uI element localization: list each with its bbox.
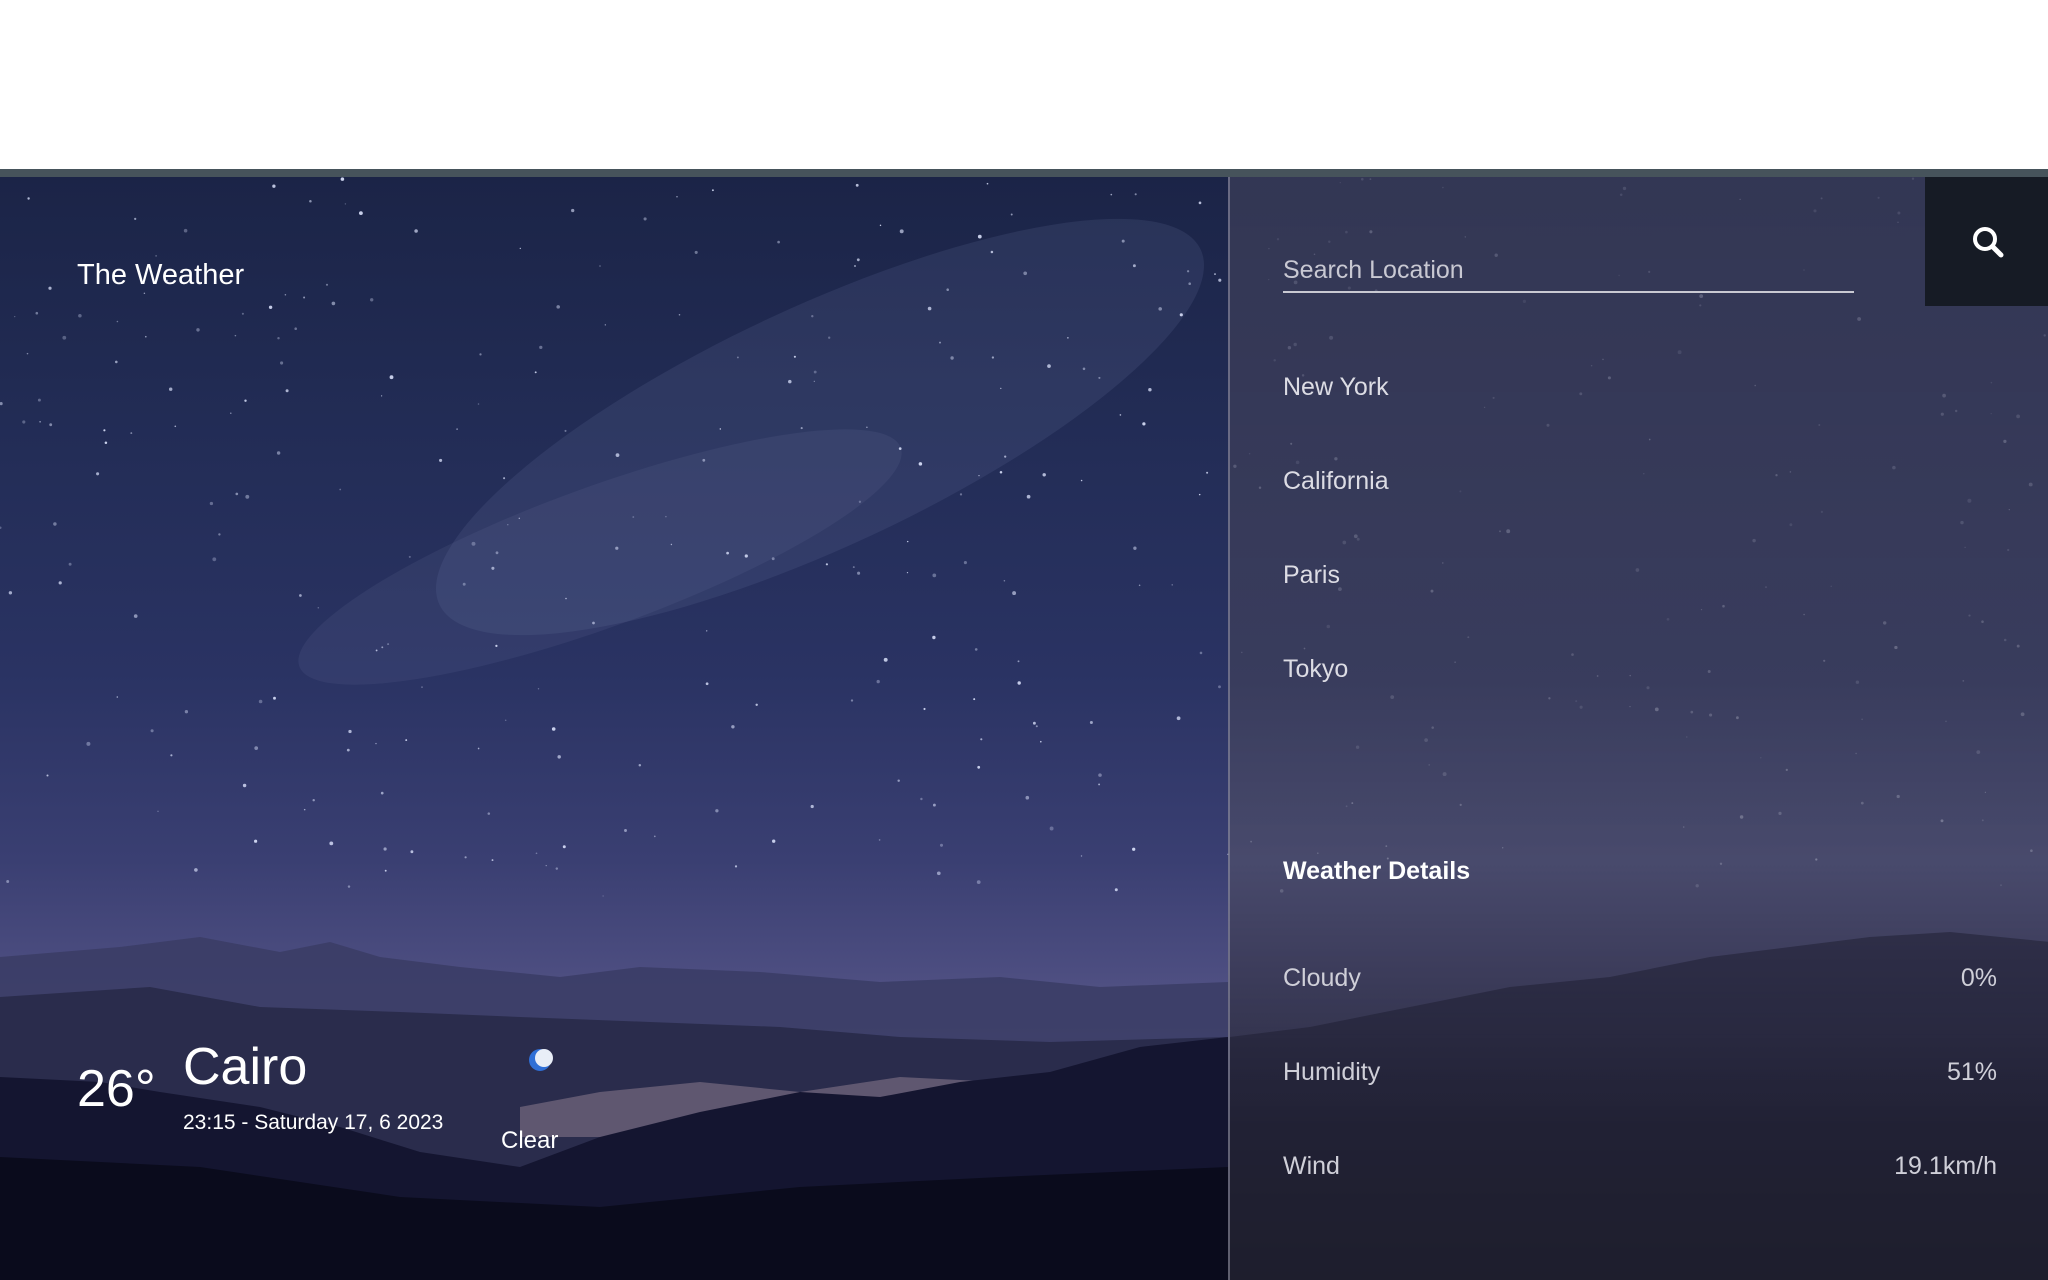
search-icon (1972, 226, 2003, 257)
location-item-california[interactable]: California (1283, 467, 1389, 561)
app-title: The Weather (77, 259, 245, 291)
weather-condition: Clear (501, 1127, 559, 1154)
location-list: New York California Paris Tokyo (1283, 373, 1389, 749)
location-item-tokyo[interactable]: Tokyo (1283, 655, 1389, 749)
search-location-input[interactable] (1283, 249, 1854, 293)
temperature: 26° (77, 1060, 156, 1118)
date-time: 23:15 - Saturday 17, 6 2023 (183, 1111, 444, 1134)
weather-app: The Weather 26° Cairo 23:15 - Saturday 1… (0, 177, 2048, 1280)
search-button[interactable] (1925, 177, 2048, 306)
detail-row-humidity: Humidity 51% (1283, 1058, 1997, 1098)
location-item-paris[interactable]: Paris (1283, 561, 1389, 655)
side-panel: New York California Paris Tokyo Weather … (1228, 177, 2048, 1280)
detail-value: 19.1km/h (1894, 1152, 1997, 1180)
detail-value: 51% (1946, 1058, 1997, 1086)
location-item-new-york[interactable]: New York (1283, 373, 1389, 467)
detail-row-wind: Wind 19.1km/h (1283, 1152, 1997, 1192)
weather-details-title: Weather Details (1283, 857, 1471, 885)
current-weather-section: The Weather 26° Cairo 23:15 - Saturday 1… (0, 177, 1228, 1280)
detail-label: Cloudy (1283, 964, 1361, 992)
detail-label: Wind (1283, 1152, 1340, 1180)
detail-value: 0% (1960, 964, 1997, 992)
moon-icon (529, 1049, 553, 1071)
detail-label: Humidity (1283, 1058, 1381, 1086)
city-name: Cairo (183, 1038, 308, 1096)
page-top-rule (0, 169, 2048, 177)
detail-row-cloudy: Cloudy 0% (1283, 964, 1997, 1004)
page-top-blank (0, 0, 2048, 169)
